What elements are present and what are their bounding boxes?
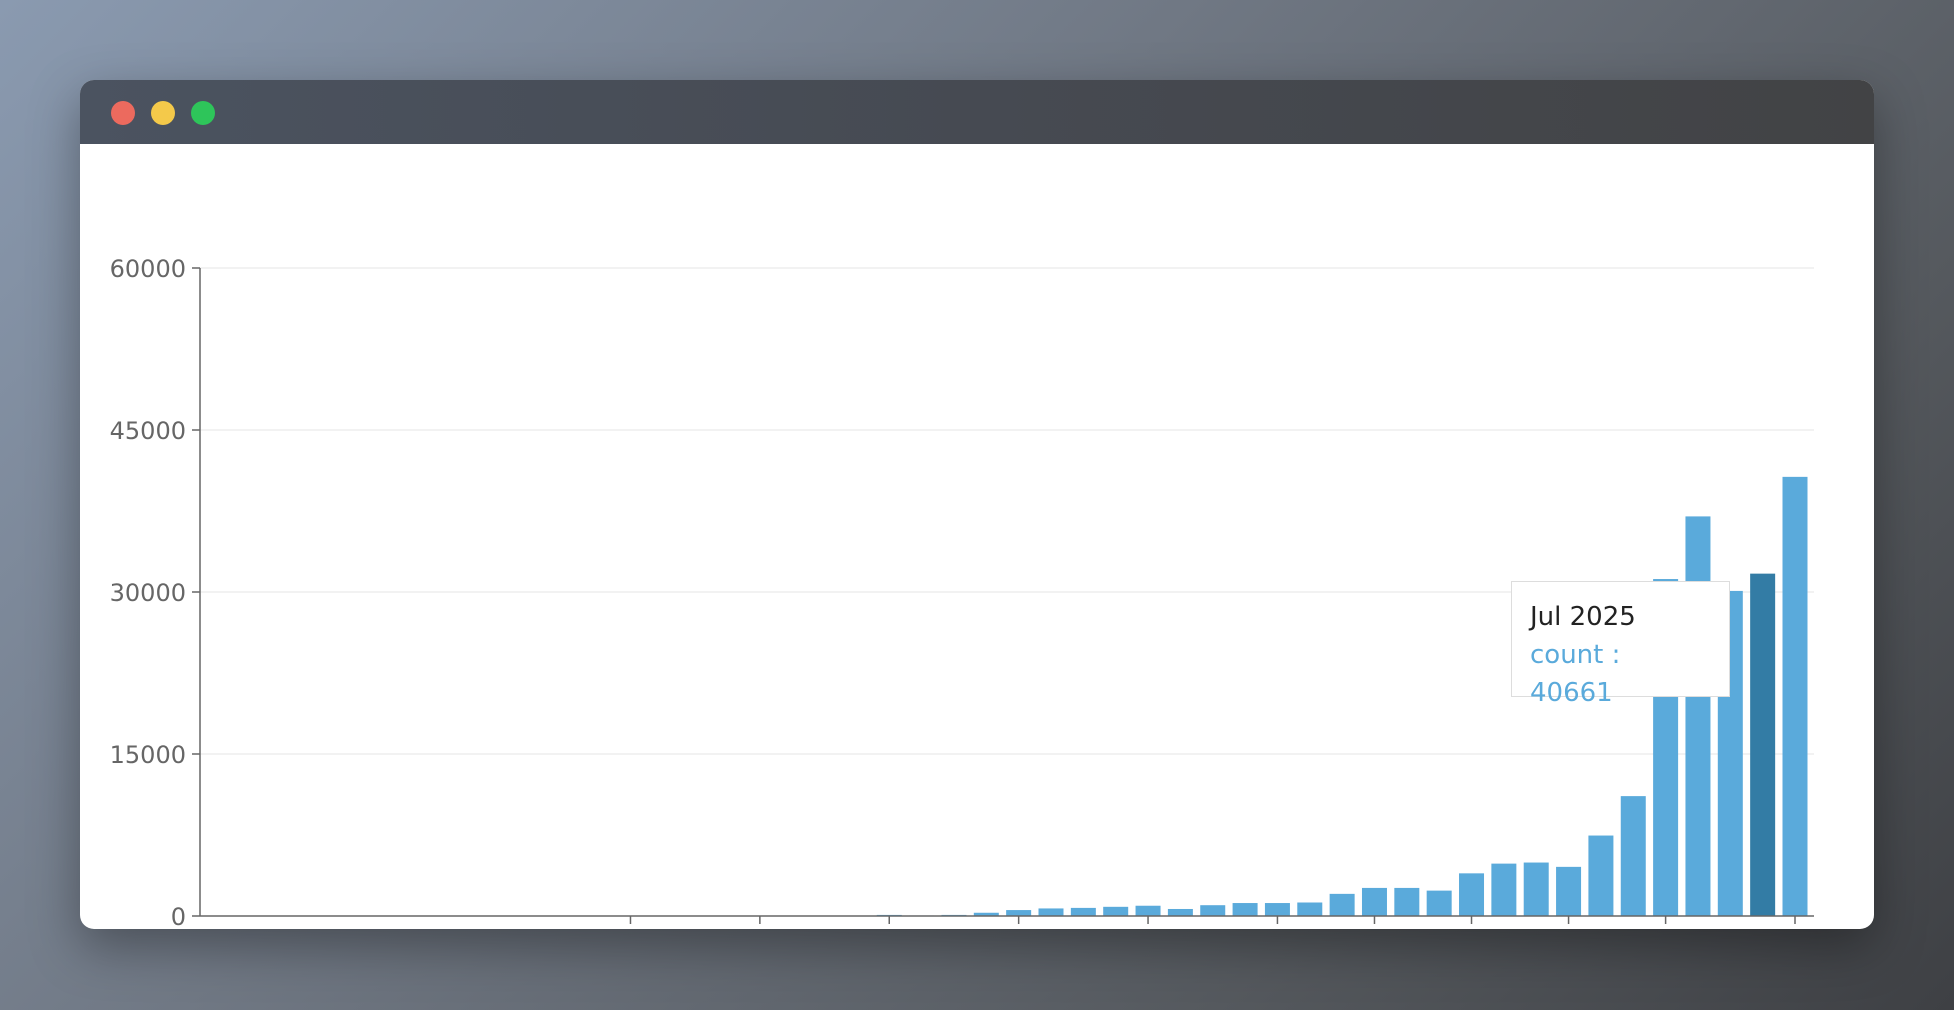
minimize-button[interactable] <box>151 101 175 125</box>
bar[interactable] <box>1232 903 1258 916</box>
bar[interactable] <box>1361 887 1387 916</box>
bar-chart: 015000300004500060000 Aug 2022Dec 2022Ap… <box>80 144 1874 929</box>
bar[interactable] <box>1070 907 1096 916</box>
y-tick-label: 60000 <box>110 255 186 283</box>
bar[interactable] <box>1491 863 1517 916</box>
chart-svg: 015000300004500060000 Aug 2022Dec 2022Ap… <box>110 255 1814 929</box>
close-button[interactable] <box>111 101 135 125</box>
bar[interactable] <box>1167 908 1193 916</box>
title-bar <box>80 80 1874 144</box>
bar[interactable] <box>1685 516 1711 916</box>
zoom-button[interactable] <box>191 101 215 125</box>
app-window: 015000300004500060000 Aug 2022Dec 2022Ap… <box>80 80 1874 929</box>
bar[interactable] <box>1038 908 1064 916</box>
y-tick-label: 0 <box>171 903 186 929</box>
bar[interactable] <box>1006 910 1032 916</box>
tooltip: Jul 2025 count : 40661 <box>1511 581 1730 708</box>
bar[interactable] <box>1135 905 1161 916</box>
bar-active[interactable] <box>1750 573 1776 916</box>
tooltip-label: Jul 2025 <box>1530 602 1636 632</box>
bar[interactable] <box>1264 903 1290 916</box>
bar[interactable] <box>1329 893 1355 916</box>
bar[interactable] <box>1200 905 1226 916</box>
y-tick-label: 45000 <box>110 417 186 445</box>
y-tick-labels: 0 15000 30000 45000 60000 <box>110 255 186 929</box>
bar[interactable] <box>1523 862 1549 916</box>
y-tick-label: 30000 <box>110 579 186 607</box>
bar[interactable] <box>1103 906 1129 916</box>
tooltip-value: count : 40661 <box>1530 640 1621 708</box>
bar[interactable] <box>1297 902 1323 917</box>
bar[interactable] <box>1782 476 1808 916</box>
bar[interactable] <box>1459 873 1485 916</box>
bar[interactable] <box>1426 890 1452 916</box>
bar[interactable] <box>1588 835 1614 916</box>
bar[interactable] <box>1394 887 1420 916</box>
bar[interactable] <box>1620 796 1646 916</box>
bar[interactable] <box>1556 866 1582 916</box>
y-tick-label: 15000 <box>110 741 186 769</box>
